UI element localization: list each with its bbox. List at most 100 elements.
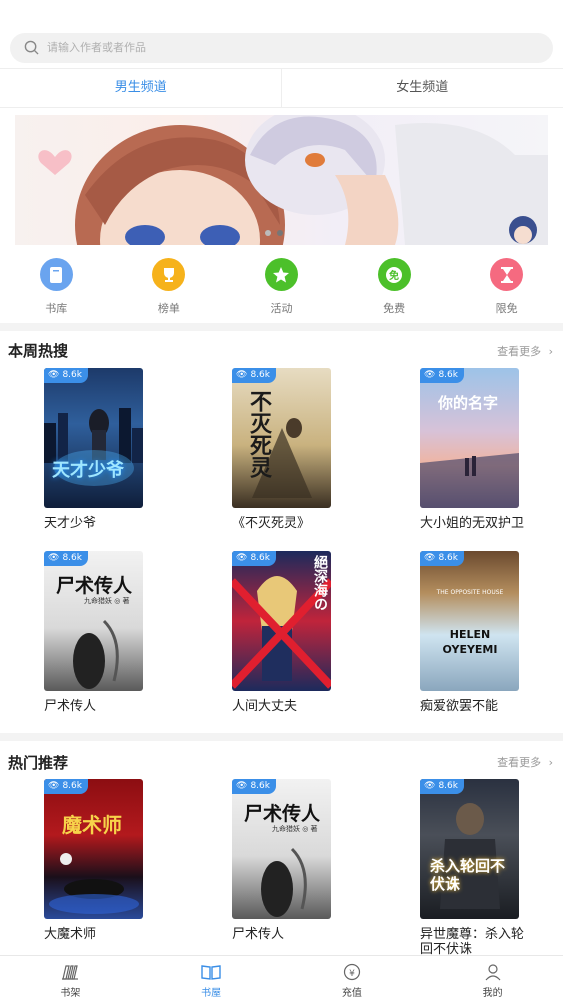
views-badge: 👁 8.6k xyxy=(44,551,88,566)
nav-profile[interactable]: 我的 xyxy=(422,956,563,1000)
book-cover: 天才少爷 👁 8.6k xyxy=(44,368,143,508)
nav-bookshelf[interactable]: 书架 xyxy=(0,956,141,1000)
cover-author: 九命猎妖 ◎ 著 xyxy=(84,597,130,605)
banner-dot-active[interactable] xyxy=(277,230,283,236)
views-badge: 👁 8.6k xyxy=(232,368,276,383)
tab-divider xyxy=(281,69,282,107)
views-count: 8.6k xyxy=(62,370,82,380)
eye-icon: 👁 xyxy=(48,553,60,563)
quick-nav-label: 限免 xyxy=(495,302,518,315)
banner-dot[interactable] xyxy=(265,230,271,236)
views-badge: 👁 8.6k xyxy=(44,368,88,383)
quick-nav-limited-free[interactable]: 限免 xyxy=(450,258,563,318)
book-title: 大魔术师 xyxy=(44,927,97,942)
tab-male-channel[interactable]: 男生频道 xyxy=(0,69,282,107)
book-title: 天才少爷 xyxy=(44,516,97,531)
book-card[interactable]: THE OPPOSITE HOUSE HELEN OYEYEMI 👁 8.6k … xyxy=(420,551,520,714)
book-card[interactable]: 你的名字 👁 8.6k 大小姐的无双护卫 xyxy=(420,368,524,531)
cover-title: 尸术传人 xyxy=(244,803,321,825)
cover-title: THE OPPOSITE HOUSE xyxy=(436,589,504,596)
book-title: 大小姐的无双护卫 xyxy=(420,516,525,531)
eye-icon: 👁 xyxy=(424,553,436,563)
banner-pager xyxy=(265,230,283,236)
nav-bookstore[interactable]: 书屋 xyxy=(141,956,282,1000)
chevron-right-icon: › xyxy=(548,345,553,358)
views-count: 8.6k xyxy=(250,553,270,563)
section-separator xyxy=(0,733,563,741)
svg-text:免: 免 xyxy=(389,269,399,282)
banner-illustration xyxy=(38,115,548,245)
book-cover: 你的名字 👁 8.6k xyxy=(420,368,519,508)
book-card[interactable]: 天才少爷 👁 8.6k 天才少爷 xyxy=(44,368,144,531)
views-badge: 👁 8.6k xyxy=(232,779,276,794)
cover-title: 天才少爷 xyxy=(52,460,124,481)
quick-nav: 书库 榜单 活动 免 免费 限免 xyxy=(0,258,563,318)
quick-nav-ranking[interactable]: 榜单 xyxy=(113,258,226,318)
book-title: 尸术传人 xyxy=(44,699,97,714)
nav-label: 书屋 xyxy=(201,988,222,999)
section-title-weekly-hot: 本周热搜 xyxy=(8,342,69,360)
search-icon xyxy=(24,40,39,55)
cover-title: 杀入轮回不伏诛 xyxy=(430,857,506,893)
views-count: 8.6k xyxy=(438,370,458,380)
views-badge: 👁 8.6k xyxy=(420,779,464,794)
book-cover: 不灭死灵 👁 8.6k xyxy=(232,368,331,508)
eye-icon: 👁 xyxy=(424,781,436,791)
views-badge: 👁 8.6k xyxy=(420,551,464,566)
search-bar[interactable] xyxy=(10,33,553,63)
cover-title: 絕深海の xyxy=(312,555,328,611)
views-count: 8.6k xyxy=(438,553,458,563)
section-separator xyxy=(0,323,563,331)
bottom-nav: 书架 书屋 ¥ 充值 我的 xyxy=(0,955,563,1000)
views-count: 8.6k xyxy=(438,781,458,791)
book-title: 《不灭死灵》 xyxy=(232,516,311,531)
tab-female-channel[interactable]: 女生频道 xyxy=(282,69,563,107)
eye-icon: 👁 xyxy=(236,781,248,791)
promo-banner[interactable] xyxy=(15,115,548,245)
book-cover: 尸术传人 九命猎妖 ◎ 著 👁 8.6k xyxy=(232,779,331,919)
book-title: 异世魔尊：杀入轮回不伏诛 xyxy=(420,927,525,957)
book-cover: 尸术传人 九命猎妖 ◎ 著 👁 8.6k xyxy=(44,551,143,691)
views-count: 8.6k xyxy=(250,370,270,380)
eye-icon: 👁 xyxy=(236,553,248,563)
channel-tabs: 男生频道 女生频道 xyxy=(0,68,563,108)
book-card[interactable]: 絕深海の 👁 8.6k 人间大丈夫 xyxy=(232,551,332,714)
quick-nav-library[interactable]: 书库 xyxy=(0,258,113,318)
eye-icon: 👁 xyxy=(424,370,436,380)
views-badge: 👁 8.6k xyxy=(232,551,276,566)
book-card[interactable]: 杀入轮回不伏诛 👁 8.6k 异世魔尊：杀入轮回不伏诛 xyxy=(420,779,524,957)
views-badge: 👁 8.6k xyxy=(420,368,464,383)
book-title: 人间大丈夫 xyxy=(232,699,298,714)
section-title-recommend: 热门推荐 xyxy=(8,754,69,772)
nav-recharge[interactable]: ¥ 充值 xyxy=(282,956,423,1000)
free-icon: 免 xyxy=(377,258,411,291)
nav-label: 书架 xyxy=(60,988,81,999)
book-card[interactable]: 尸术传人 九命猎妖 ◎ 著 👁 8.6k 尸术传人 xyxy=(232,779,332,942)
cover-author: 九命猎妖 ◎ 著 xyxy=(272,825,318,833)
weekly-hot-more-link[interactable]: 查看更多 › xyxy=(497,343,553,359)
book-icon xyxy=(39,258,73,291)
cover-title: 尸术传人 xyxy=(56,575,133,597)
user-icon xyxy=(483,962,503,982)
nav-label: 充值 xyxy=(341,988,362,999)
quick-nav-label: 活动 xyxy=(270,302,293,315)
quick-nav-label: 免费 xyxy=(383,302,406,315)
quick-nav-events[interactable]: 活动 xyxy=(225,258,338,318)
trophy-icon xyxy=(152,258,186,291)
yen-coin-icon: ¥ xyxy=(342,962,362,982)
book-card[interactable]: 不灭死灵 👁 8.6k 《不灭死灵》 xyxy=(232,368,332,531)
open-book-icon xyxy=(201,962,221,982)
quick-nav-free[interactable]: 免 免费 xyxy=(338,258,451,318)
eye-icon: 👁 xyxy=(48,781,60,791)
book-card[interactable]: 尸术传人 九命猎妖 ◎ 著 👁 8.6k 尸术传人 xyxy=(44,551,144,714)
search-input[interactable] xyxy=(47,33,527,63)
views-badge: 👁 8.6k xyxy=(44,779,88,794)
book-card[interactable]: 魔术师 👁 8.6k 大魔术师 xyxy=(44,779,144,942)
book-cover: 絕深海の 👁 8.6k xyxy=(232,551,331,691)
chevron-right-icon: › xyxy=(548,756,553,769)
recommend-more-link[interactable]: 查看更多 › xyxy=(497,754,553,770)
cover-author: HELEN OYEYEMI xyxy=(442,628,498,656)
book-title: 尸术传人 xyxy=(232,927,285,942)
quick-nav-label: 榜单 xyxy=(157,302,180,315)
bookstore-page: 男生频道 女生频道 xyxy=(0,0,563,1000)
